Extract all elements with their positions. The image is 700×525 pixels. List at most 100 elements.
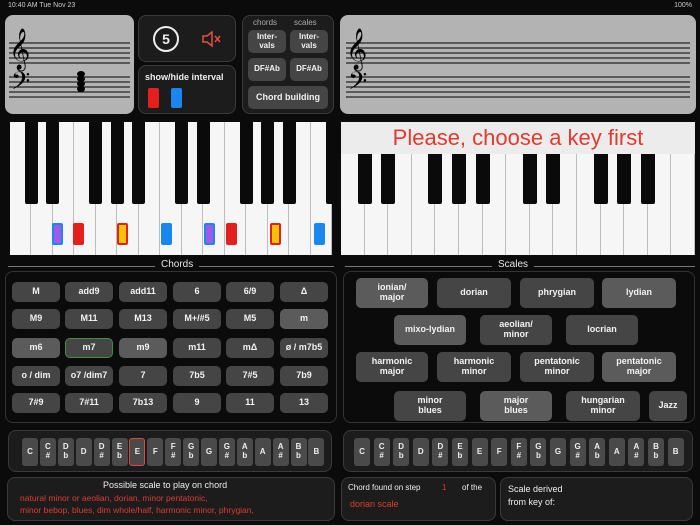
chord-button[interactable]: M9 — [12, 309, 60, 329]
black-key[interactable] — [110, 122, 124, 204]
note-key-button[interactable]: B — [667, 438, 684, 466]
scale-button[interactable]: pentatonic minor — [520, 352, 594, 382]
black-key[interactable] — [325, 122, 339, 204]
chord-button[interactable]: 7 — [119, 366, 167, 386]
note-key-button[interactable]: G — [550, 438, 566, 466]
note-key-button[interactable]: E — [471, 438, 488, 466]
black-key[interactable] — [89, 122, 103, 204]
note-key-button[interactable]: A # — [272, 438, 289, 466]
chord-button[interactable]: o / dim — [12, 366, 60, 386]
scale-button[interactable]: dorian — [437, 278, 511, 308]
note-key-button[interactable]: G — [201, 438, 217, 466]
scale-button[interactable]: aeolian/ minor — [480, 315, 552, 345]
chord-button[interactable]: m9 — [119, 338, 167, 358]
chord-button[interactable]: M13 — [119, 309, 167, 329]
scale-button[interactable]: hungarian minor — [566, 391, 640, 421]
note-key-button[interactable]: D # — [93, 438, 110, 466]
black-key[interactable] — [282, 122, 296, 204]
chord-button[interactable]: ø / m7b5 — [280, 338, 328, 358]
chord-button[interactable]: add11 — [119, 282, 167, 302]
chord-button[interactable]: 7#9 — [12, 393, 60, 413]
left-piano-keyboard[interactable] — [10, 122, 339, 255]
black-key[interactable] — [196, 122, 210, 204]
chord-button[interactable]: o7 /dim7 — [65, 366, 113, 386]
scales-spelling-button[interactable]: DF#Ab — [290, 58, 328, 81]
note-key-button[interactable]: B — [308, 438, 325, 466]
scale-button[interactable]: pentatonic major — [602, 352, 676, 382]
note-key-button[interactable]: D # — [432, 438, 449, 466]
scale-button[interactable]: Jazz — [649, 391, 687, 421]
chord-button[interactable]: M5 — [226, 309, 274, 329]
note-key-button[interactable]: Db — [393, 438, 410, 466]
scale-button[interactable]: mixo-lydian — [394, 315, 466, 345]
scales-intervals-button[interactable]: Inter- vals — [290, 30, 328, 53]
note-key-button[interactable]: Db — [57, 438, 74, 466]
red-interval-toggle[interactable] — [148, 88, 159, 108]
chord-button[interactable]: m11 — [173, 338, 221, 358]
note-key-button[interactable]: Gb — [183, 438, 200, 466]
note-key-button[interactable]: C # — [373, 438, 390, 466]
note-key-button[interactable]: A # — [628, 438, 645, 466]
black-key[interactable] — [132, 122, 146, 204]
chord-button[interactable]: mΔ — [226, 338, 274, 358]
chord-button[interactable]: 7b5 — [173, 366, 221, 386]
black-key[interactable] — [46, 122, 60, 204]
chord-button[interactable]: 11 — [226, 393, 274, 413]
scale-button[interactable]: harmonic major — [356, 352, 428, 382]
note-key-button[interactable]: D — [412, 438, 429, 466]
chord-button[interactable]: M+/#5 — [173, 309, 221, 329]
scale-button[interactable]: lydian — [602, 278, 676, 308]
note-key-button[interactable]: A — [254, 438, 271, 466]
count-button[interactable]: 5 — [153, 26, 179, 52]
chord-button[interactable]: 7b13 — [119, 393, 167, 413]
note-key-button[interactable]: F — [491, 438, 508, 466]
note-key-button[interactable]: Eb — [452, 438, 468, 466]
note-key-button[interactable]: F — [147, 438, 164, 466]
chord-button[interactable]: 9 — [173, 393, 221, 413]
chord-button[interactable]: 7#5 — [226, 366, 274, 386]
note-key-button[interactable]: C — [354, 438, 370, 466]
note-key-button[interactable]: Gb — [530, 438, 547, 466]
note-key-button[interactable]: Bb — [648, 438, 664, 466]
chord-button[interactable]: M — [12, 282, 60, 302]
mute-icon[interactable] — [201, 29, 223, 49]
note-key-button[interactable]: Eb — [111, 438, 128, 466]
black-key[interactable] — [175, 122, 189, 204]
note-key-button[interactable]: C — [22, 438, 38, 466]
right-piano-keyboard[interactable]: Please, choose a key first — [341, 122, 695, 255]
chord-button[interactable]: M11 — [65, 309, 113, 329]
scale-button[interactable]: phrygian — [520, 278, 594, 308]
note-key-button[interactable]: Bb — [290, 438, 307, 466]
note-key-button[interactable]: E — [129, 438, 146, 466]
black-key[interactable] — [239, 122, 253, 204]
chord-button[interactable]: m6 — [12, 338, 60, 358]
scale-button[interactable]: major blues — [480, 391, 552, 421]
scale-button[interactable]: minor blues — [394, 391, 466, 421]
chords-intervals-button[interactable]: Inter- vals — [248, 30, 286, 53]
chord-button[interactable]: m7 — [65, 338, 113, 358]
chords-spelling-button[interactable]: DF#Ab — [248, 58, 286, 81]
chord-button[interactable]: add9 — [65, 282, 113, 302]
note-key-button[interactable]: D — [75, 438, 92, 466]
chord-button[interactable]: 13 — [280, 393, 328, 413]
blue-interval-toggle[interactable] — [171, 88, 182, 108]
note-key-button[interactable]: C # — [39, 438, 56, 466]
note-key-button[interactable]: F # — [165, 438, 182, 466]
note-key-button[interactable]: Ab — [589, 438, 606, 466]
chord-button[interactable]: m — [280, 309, 328, 329]
note-key-button[interactable]: G # — [218, 438, 235, 466]
chord-button[interactable]: 7b9 — [280, 366, 328, 386]
black-key[interactable] — [24, 122, 38, 204]
note-key-button[interactable]: F # — [510, 438, 527, 466]
chord-button[interactable]: 7#11 — [65, 393, 113, 413]
note-key-button[interactable]: G # — [569, 438, 586, 466]
note-key-button[interactable]: Ab — [236, 438, 253, 466]
chord-building-button[interactable]: Chord building — [248, 86, 328, 109]
scale-button[interactable]: ionian/ major — [356, 278, 428, 308]
black-key[interactable] — [261, 122, 275, 204]
chord-button[interactable]: Δ — [280, 282, 328, 302]
scale-button[interactable]: locrian — [566, 315, 638, 345]
scale-button[interactable]: harmonic minor — [437, 352, 511, 382]
chord-button[interactable]: 6/9 — [226, 282, 274, 302]
chord-button[interactable]: 6 — [173, 282, 221, 302]
